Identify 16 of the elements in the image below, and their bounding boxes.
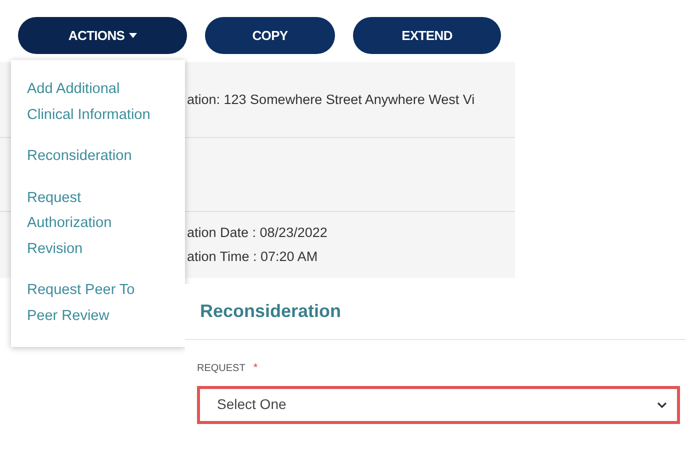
detail-text: ation: 123 Somewhere Street Anywhere West Vi [187, 90, 476, 109]
menu-item[interactable]: Reconsideration [27, 144, 159, 170]
detail-text: ation Date : 08/23/2022 [187, 224, 328, 242]
request-select[interactable]: Select One [197, 386, 680, 424]
toolbar-button[interactable]: EXTEND [353, 17, 501, 54]
caret-icon [128, 33, 137, 38]
panel-title: Reconsideration [200, 300, 342, 323]
field-label: REQUEST [197, 362, 246, 376]
menu-item[interactable]: Add Additional Clinical Information [27, 77, 159, 128]
actions-button[interactable]: ACTIONS [18, 17, 187, 54]
detail-text: ation Time : 07:20 AM [187, 248, 319, 266]
toolbar-button[interactable]: COPY [205, 17, 335, 54]
required-mark: * [253, 361, 258, 376]
menu-item[interactable]: Request Authorization Revision [27, 186, 159, 262]
chevron-down-icon [657, 402, 667, 408]
menu-item[interactable]: Request Peer To Peer Review [27, 278, 159, 329]
